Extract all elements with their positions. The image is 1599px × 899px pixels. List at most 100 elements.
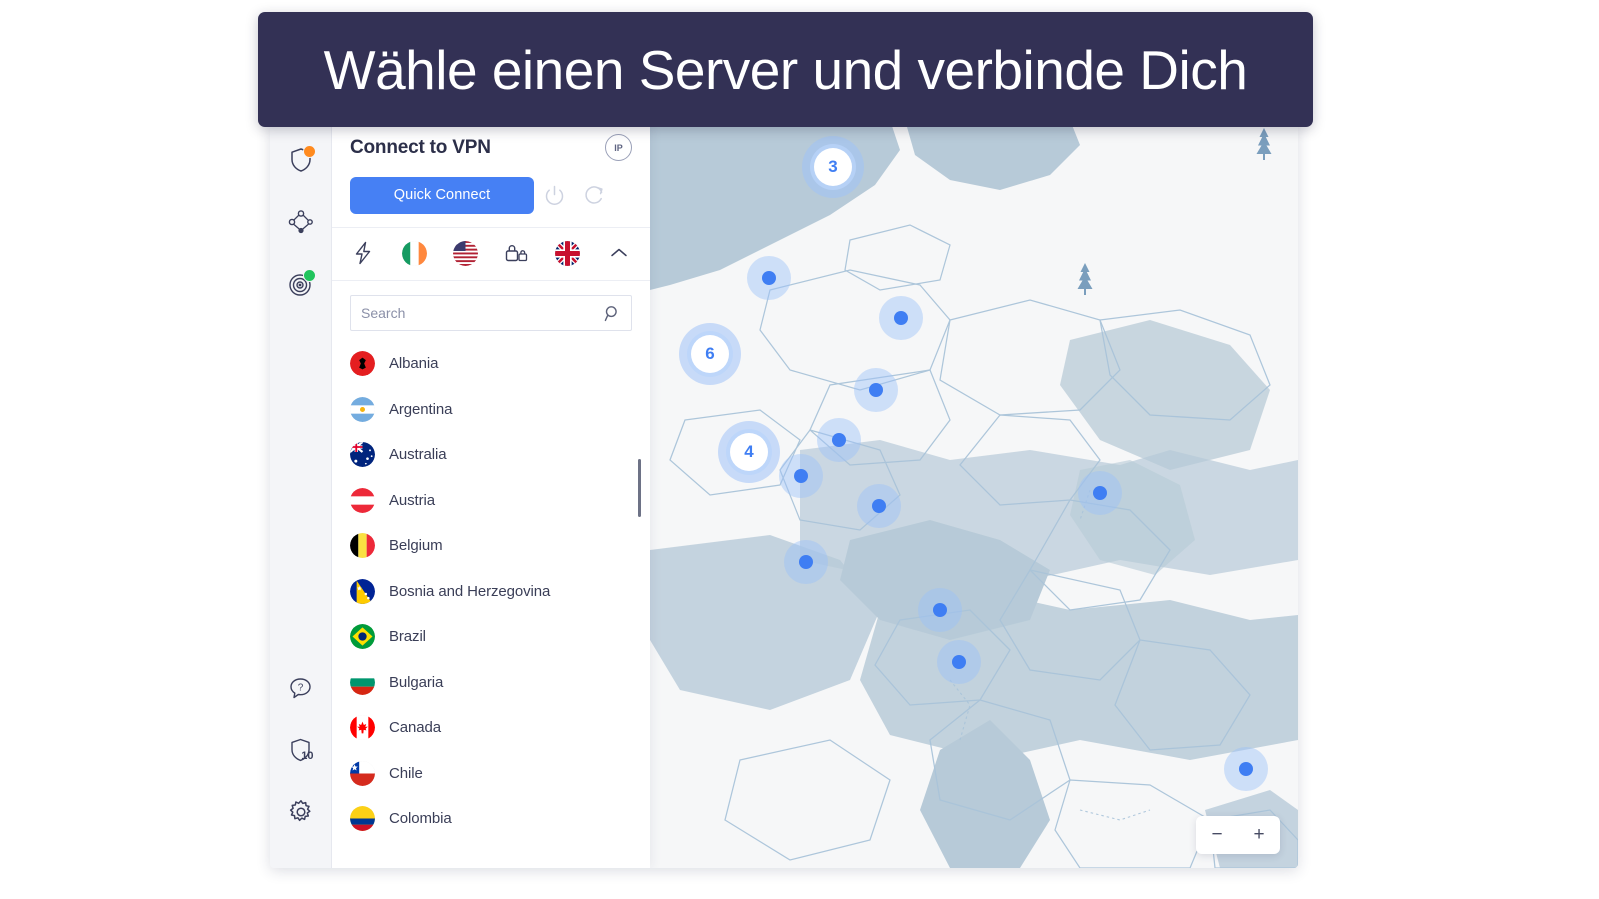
sidebar-item-help[interactable]: ?: [279, 666, 323, 710]
map-server-marker[interactable]: [746, 255, 792, 301]
map-server-marker[interactable]: [1223, 746, 1269, 792]
sidebar-item-threat-radar[interactable]: [279, 262, 323, 306]
quick-access-collapse[interactable]: [604, 238, 634, 268]
marker-dot: [762, 271, 776, 285]
flag-argentina-icon: [350, 396, 375, 422]
flag-austria-icon: [350, 487, 375, 513]
country-name-label: Bulgaria: [389, 673, 444, 691]
country-list-item[interactable]: Australia: [350, 432, 650, 478]
country-list[interactable]: Albania Argentina Australia Austria Belgium B…: [332, 341, 650, 868]
map-server-marker[interactable]: [778, 453, 824, 499]
chevron-up-icon: [611, 248, 627, 257]
flag-united-kingdom-icon: [555, 240, 581, 266]
map-server-cluster[interactable]: 3: [802, 136, 864, 198]
sidebar-item-settings[interactable]: [279, 790, 323, 834]
country-list-item[interactable]: Austria: [350, 478, 650, 524]
country-name-label: Brazil: [389, 628, 426, 646]
search-input[interactable]: [351, 296, 604, 330]
quick-connect-button[interactable]: Quick Connect: [350, 176, 534, 214]
sidebar-item-mesh-network[interactable]: [279, 200, 323, 244]
marker-dot: [799, 555, 813, 569]
country-list-item[interactable]: Bosnia and Herzegovina: [350, 569, 650, 615]
country-list-item[interactable]: Bulgaria: [350, 660, 650, 706]
flag-albania-icon: [350, 351, 375, 377]
quick-access-lightning[interactable]: [348, 238, 378, 268]
page-title: Connect to VPN: [350, 136, 491, 158]
left-navigation-rail: ? 10: [270, 120, 332, 868]
protection-count-label: 10: [301, 750, 314, 762]
map-zoom-controls: − +: [1196, 816, 1280, 854]
zoom-in-button[interactable]: +: [1243, 816, 1275, 854]
flag-united-states-icon: [452, 240, 478, 266]
radar-status-badge: [302, 269, 316, 282]
flag-belgium-icon: [350, 533, 375, 559]
country-name-label: Canada: [389, 719, 441, 737]
flag-colombia-icon: [350, 806, 375, 832]
server-map[interactable]: 3 6 4 − +: [650, 120, 1298, 868]
map-server-marker[interactable]: [936, 639, 982, 685]
refresh-icon: [584, 185, 603, 204]
refresh-button[interactable]: [574, 176, 614, 214]
panel-title-row: Connect to VPN IP: [350, 134, 632, 161]
country-name-label: Belgium: [389, 537, 443, 555]
country-list-item[interactable]: Canada: [350, 705, 650, 751]
flag-brazil-icon: [350, 624, 375, 650]
flag-chile-icon: [350, 760, 375, 786]
country-name-label: Albania: [389, 355, 439, 373]
country-name-label: Bosnia and Herzegovina: [389, 582, 551, 600]
map-server-marker[interactable]: [878, 295, 924, 341]
country-list-item[interactable]: Albania: [350, 341, 650, 387]
connect-actions-row: Quick Connect: [350, 176, 632, 214]
quick-access-united-states[interactable]: [450, 238, 480, 268]
connect-panel: Connect to VPN IP Quick Connect Search A…: [332, 120, 650, 868]
headline-banner: Wähle einen Server und verbinde Dich: [258, 12, 1313, 127]
search-icon[interactable]: [604, 305, 631, 322]
map-server-marker[interactable]: [917, 587, 963, 633]
marker-dot: [794, 469, 808, 483]
sidebar-bottom-group: ? 10: [279, 666, 323, 868]
pine-tree-icon: [1074, 262, 1096, 301]
map-server-marker[interactable]: [1077, 470, 1123, 516]
sidebar-item-protection-count[interactable]: 10: [279, 728, 323, 772]
zoom-out-button[interactable]: −: [1201, 816, 1233, 854]
vpn-app-window: ? 10 Connect to VPN IP Quick Connect Sea…: [270, 120, 1298, 868]
country-name-label: Chile: [389, 764, 423, 782]
cluster-count-label: 3: [814, 148, 852, 186]
search-box[interactable]: [350, 295, 632, 331]
mesh-network-icon: [288, 210, 313, 234]
marker-dot: [832, 433, 846, 447]
map-server-marker[interactable]: [853, 367, 899, 413]
flag-bulgaria-icon: [350, 669, 375, 695]
country-list-item[interactable]: Chile: [350, 751, 650, 797]
quick-access-double-lock[interactable]: [502, 238, 532, 268]
quick-access-united-kingdom[interactable]: [553, 238, 583, 268]
marker-dot: [869, 383, 883, 397]
map-server-cluster[interactable]: 4: [718, 421, 780, 483]
power-button[interactable]: [534, 176, 574, 214]
lightning-icon: [355, 241, 371, 265]
scrollbar-thumb[interactable]: [638, 459, 641, 517]
country-list-item[interactable]: Colombia: [350, 796, 650, 842]
marker-dot: [872, 499, 886, 513]
marker-dot: [1093, 486, 1107, 500]
search-container: [332, 281, 650, 331]
sidebar-item-shield[interactable]: [279, 138, 323, 182]
map-server-marker[interactable]: [856, 483, 902, 529]
country-name-label: Colombia: [389, 810, 452, 828]
map-server-marker[interactable]: [783, 539, 829, 585]
ip-badge[interactable]: IP: [605, 134, 632, 161]
shield-notification-badge: [302, 145, 316, 158]
svg-text:?: ?: [298, 682, 304, 693]
marker-dot: [952, 655, 966, 669]
country-list-item[interactable]: Belgium: [350, 523, 650, 569]
country-list-item[interactable]: Argentina: [350, 387, 650, 433]
double-lock-icon: [505, 245, 528, 262]
flag-ireland-icon: [401, 240, 427, 266]
headline-banner-text: Wähle einen Server und verbinde Dich: [323, 38, 1248, 101]
country-list-item[interactable]: Brazil: [350, 614, 650, 660]
flag-australia-icon: [350, 442, 375, 468]
quick-access-ireland[interactable]: [399, 238, 429, 268]
country-name-label: Australia: [389, 446, 447, 464]
map-server-cluster[interactable]: 6: [679, 323, 741, 385]
country-name-label: Argentina: [389, 400, 453, 418]
